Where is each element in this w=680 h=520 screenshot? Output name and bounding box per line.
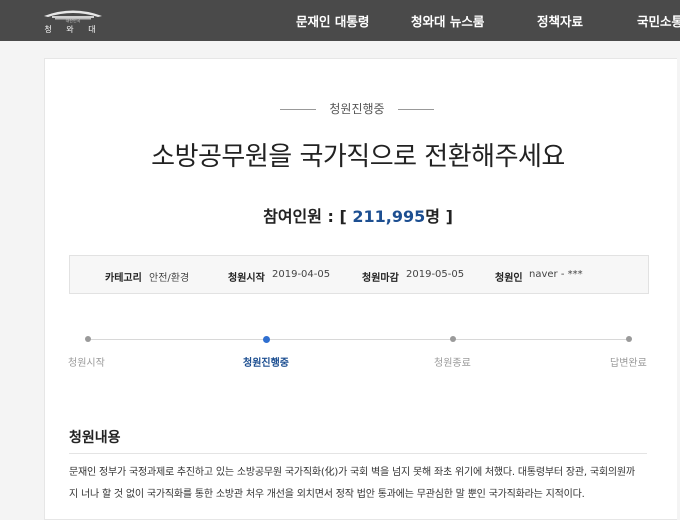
nav-newsroom[interactable]: 청와대 뉴스룸 (411, 11, 484, 30)
category-label: 카테고리 (105, 273, 142, 284)
top-navigation-bar: 대한민국 청 와 대 문재인 대통령 청와대 뉴스룸 정책자료 국민소통 (0, 0, 680, 41)
step-label-answered: 답변완료 (610, 358, 647, 369)
end-date-value: 2019-05-05 (406, 269, 465, 280)
petition-info-box: 카테고리 안전/환경 청원시작 2019-04-05 청원마감 2019-05-… (69, 255, 649, 294)
participants-number: 211,995 (352, 207, 426, 226)
step-dot-answered (626, 336, 632, 342)
step-dot-closed (450, 336, 456, 342)
petition-title: 소방공무원을 국가직으로 전환해주세요 (151, 142, 565, 172)
author-label: 청원인 (495, 273, 523, 284)
content-line: 지 너나 할 것 없이 국가직화를 통한 소방관 처우 개선을 외치면서 정작 … (69, 489, 585, 500)
start-date-label: 청원시작 (228, 273, 265, 284)
logo-title: 청 와 대 (44, 25, 102, 34)
status-label: 청원진행중 (329, 102, 385, 116)
step-dot-start (85, 336, 91, 342)
participants-label: 참여인원 : [ (263, 207, 347, 226)
content-heading: 청원내용 (69, 430, 121, 446)
nav-president[interactable]: 문재인 대통령 (296, 11, 369, 30)
step-label-in-progress: 청원진행중 (243, 358, 289, 369)
cheongwadae-logo[interactable]: 대한민국 청 와 대 (38, 4, 108, 36)
progress-track (88, 339, 629, 340)
participants-suffix: 명 ] (425, 207, 453, 226)
status-dash-left (280, 109, 316, 110)
nav-policy[interactable]: 정책자료 (537, 11, 583, 30)
nav-communication[interactable]: 국민소통 (637, 11, 680, 30)
start-date-value: 2019-04-05 (272, 269, 331, 280)
petition-content: 문재인 정부가 국정과제로 추진하고 있는 소방공무원 국가직화(化)가 국회 … (69, 462, 649, 506)
author-value: naver - *** (529, 269, 583, 280)
category-value: 안전/환경 (149, 273, 190, 284)
end-date-label: 청원마감 (362, 273, 399, 284)
petition-status: 청원진행중 (0, 99, 680, 119)
status-dash-right (398, 109, 434, 110)
participants-count: 참여인원 : [ 211,995명 ] (0, 203, 680, 227)
content-line: 문재인 정부가 국정과제로 추진하고 있는 소방공무원 국가직화(化)가 국회 … (69, 467, 635, 478)
content-divider (69, 453, 647, 454)
step-dot-in-progress (263, 336, 270, 343)
step-label-start: 청원시작 (68, 358, 105, 369)
step-label-closed: 청원종료 (434, 358, 471, 369)
